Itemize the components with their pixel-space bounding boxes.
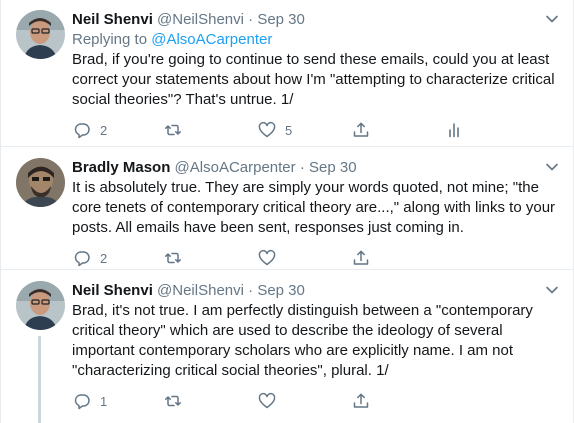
- user-handle[interactable]: @NeilShenvi: [157, 11, 244, 28]
- avatar[interactable]: [16, 10, 65, 59]
- display-name[interactable]: Bradly Mason: [72, 159, 170, 176]
- tweet-text: It is absolutely true. They are simply y…: [72, 179, 556, 236]
- reply-count: 1: [100, 393, 108, 409]
- like-icon: [258, 121, 276, 138]
- retweet-button[interactable]: [164, 390, 182, 412]
- reply-button[interactable]: 2: [73, 119, 107, 141]
- like-icon: [258, 392, 276, 409]
- like-button[interactable]: [258, 247, 276, 269]
- reply-count: 2: [100, 250, 108, 266]
- chevron-down-icon[interactable]: [545, 283, 559, 297]
- avatar[interactable]: [16, 158, 65, 207]
- retweet-button[interactable]: [164, 119, 182, 141]
- analytics-icon: [449, 123, 459, 138]
- reply-icon: [74, 251, 90, 267]
- tweet-header: Neil Shenvi @NeilShenvi · Sep 30: [72, 10, 559, 30]
- separator: ·: [299, 159, 305, 176]
- tweet-header: Neil Shenvi @NeilShenvi · Sep 30: [72, 281, 559, 301]
- like-count: 5: [285, 122, 293, 138]
- user-handle[interactable]: @NeilShenvi: [157, 282, 244, 299]
- share-button[interactable]: [352, 390, 370, 412]
- tweet-actions: 1: [72, 390, 559, 412]
- replying-to-link[interactable]: @AlsoACarpenter: [151, 31, 272, 48]
- tweet-actions: 2: [72, 247, 559, 269]
- tweet-text: Brad, if you're going to continue to sen…: [72, 51, 555, 108]
- avatar[interactable]: [16, 281, 65, 330]
- replying-to: Replying to @AlsoACarpenter: [72, 30, 559, 50]
- analytics-button[interactable]: [445, 119, 463, 141]
- tweet[interactable]: Bradly Mason @AlsoACarpenter · Sep 30 It…: [1, 147, 573, 270]
- tweet[interactable]: Neil Shenvi @NeilShenvi · Sep 30 Brad, i…: [1, 270, 573, 423]
- share-icon: [353, 250, 369, 265]
- reply-icon: [74, 394, 90, 410]
- timestamp[interactable]: Sep 30: [257, 282, 305, 299]
- separator: ·: [248, 282, 254, 299]
- retweet-icon: [165, 124, 181, 136]
- retweet-button[interactable]: [164, 247, 182, 269]
- display-name[interactable]: Neil Shenvi: [72, 282, 153, 299]
- replying-to-label: Replying to: [72, 31, 152, 48]
- retweet-icon: [165, 395, 181, 407]
- timestamp[interactable]: Sep 30: [309, 159, 357, 176]
- display-name[interactable]: Neil Shenvi: [72, 11, 153, 28]
- tweet-text: Brad, it's not true. I am perfectly dist…: [72, 302, 533, 379]
- chevron-down-icon[interactable]: [545, 12, 559, 26]
- reply-button[interactable]: 2: [73, 247, 107, 269]
- tweet-header: Bradly Mason @AlsoACarpenter · Sep 30: [72, 158, 559, 178]
- reply-count: 2: [100, 122, 108, 138]
- share-button[interactable]: [352, 247, 370, 269]
- separator: ·: [248, 11, 254, 28]
- thread-connector-line: [38, 336, 41, 423]
- tweet-actions: 2 5: [72, 119, 559, 141]
- user-handle[interactable]: @AlsoACarpenter: [175, 159, 296, 176]
- reply-icon: [74, 123, 90, 139]
- reply-button[interactable]: 1: [73, 390, 107, 412]
- like-button[interactable]: [258, 390, 276, 412]
- like-icon: [258, 249, 276, 266]
- share-icon: [353, 122, 369, 137]
- share-icon: [353, 393, 369, 408]
- retweet-icon: [165, 252, 181, 264]
- tweet[interactable]: Neil Shenvi @NeilShenvi · Sep 30 Replyin…: [1, 0, 573, 147]
- like-button[interactable]: 5: [258, 119, 292, 141]
- chevron-down-icon[interactable]: [545, 160, 559, 174]
- share-button[interactable]: [352, 119, 370, 141]
- tweet-thread: Neil Shenvi @NeilShenvi · Sep 30 Replyin…: [0, 0, 574, 423]
- timestamp[interactable]: Sep 30: [257, 11, 305, 28]
